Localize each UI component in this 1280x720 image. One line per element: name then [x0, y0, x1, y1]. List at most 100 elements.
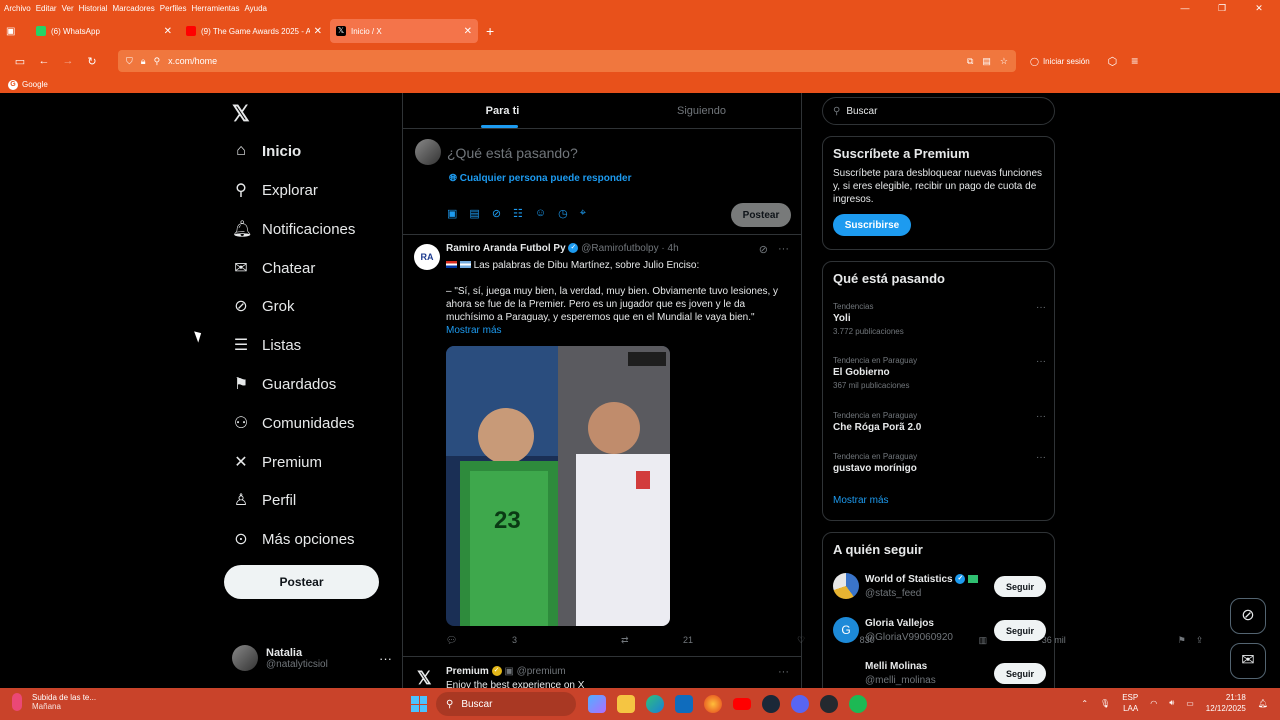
reload-icon[interactable]: ↻: [80, 55, 104, 68]
sidebar-toggle-icon[interactable]: ▭: [8, 55, 32, 68]
nav-item-notificaciones[interactable]: 🔔︎ Notificaciones: [232, 214, 355, 244]
close-window-icon[interactable]: ✕: [1243, 3, 1275, 14]
x-logo-icon[interactable]: 𝕏: [232, 101, 250, 127]
menu-marcadores[interactable]: Marcadores: [113, 4, 155, 13]
avatar[interactable]: [833, 573, 859, 599]
show-more-trends-link[interactable]: Mostrar más: [833, 495, 889, 506]
nav-item-inicio[interactable]: ⌂ Inicio: [232, 136, 301, 166]
picture-in-picture-icon[interactable]: ⧉: [967, 56, 973, 67]
more-dots-icon[interactable]: ···: [778, 666, 789, 678]
compose-post-button[interactable]: Postear: [731, 203, 791, 227]
follow-button[interactable]: Seguir: [994, 576, 1046, 597]
windows-start-icon[interactable]: [411, 696, 427, 712]
post-author[interactable]: Premium: [446, 666, 489, 677]
tab-youtube[interactable]: (9) The Game Awards 2025 - All ✕: [180, 19, 328, 43]
clock[interactable]: 21:18 12/12/2025: [1206, 692, 1246, 714]
menu-archivo[interactable]: Archivo: [4, 4, 31, 13]
subscribe-button[interactable]: Suscribirse: [833, 214, 911, 236]
spotify-icon[interactable]: [849, 695, 867, 713]
post-button[interactable]: Postear: [224, 565, 379, 599]
show-more-link[interactable]: Mostrar más: [446, 325, 502, 336]
share-icon[interactable]: ⇪: [1196, 635, 1204, 646]
schedule-icon[interactable]: ◷: [558, 207, 568, 220]
post[interactable]: 𝕏 Premium ✓ ▣ @premium ··· Enjoy the bes…: [403, 658, 801, 688]
nav-item-chatear[interactable]: ✉ Chatear: [232, 253, 315, 283]
bookmark-icon[interactable]: ⚑: [1178, 635, 1186, 646]
nav-item-mas-opciones[interactable]: ⊙ Más opciones: [232, 524, 354, 554]
trend-item[interactable]: Tendencia en Paraguay gustavo morínigo ·…: [833, 452, 1046, 474]
compose-input[interactable]: ¿Qué está pasando?: [447, 145, 578, 161]
more-dots-icon[interactable]: ···: [1036, 452, 1046, 463]
minimize-icon[interactable]: —: [1169, 3, 1201, 14]
back-icon[interactable]: ←: [32, 55, 56, 67]
gif-icon[interactable]: ▤: [469, 207, 479, 220]
tab-whatsapp[interactable]: (6) WhatsApp ✕: [30, 19, 178, 43]
search-input[interactable]: ⚲ Buscar: [822, 97, 1055, 125]
post-author[interactable]: Ramiro Aranda Futbol Py: [446, 243, 566, 254]
location-icon[interactable]: ⌖: [580, 207, 586, 220]
more-dots-icon[interactable]: ···: [1036, 411, 1046, 422]
volume-icon[interactable]: 🔊︎: [1169, 698, 1174, 708]
account-switcher[interactable]: Natalia @natalyticsiol ···: [232, 641, 392, 675]
edge-icon[interactable]: [646, 695, 664, 713]
menu-historial[interactable]: Historial: [79, 4, 108, 13]
language-indicator[interactable]: ESP LAA: [1122, 692, 1138, 714]
youtube-icon[interactable]: [733, 698, 751, 710]
nav-item-premium[interactable]: ✕ Premium: [232, 447, 322, 477]
emoji-icon[interactable]: ☺: [535, 207, 546, 220]
repost-button[interactable]: ⇄ 21: [621, 635, 745, 646]
lock-icon[interactable]: 🔒︎: [141, 56, 146, 67]
wifi-icon[interactable]: ◠: [1150, 699, 1157, 708]
menu-icon[interactable]: ≡: [1131, 54, 1138, 68]
post-image[interactable]: 23: [446, 346, 670, 626]
weather-widget[interactable]: Subida de las te... Mañana: [12, 693, 96, 711]
tab-para-ti[interactable]: Para ti: [403, 93, 602, 128]
nav-item-comunidades[interactable]: ⚇ Comunidades: [232, 408, 355, 438]
signin-button[interactable]: ◯ Iniciar sesión: [1030, 57, 1090, 66]
github-icon[interactable]: [820, 695, 838, 713]
grok-icon[interactable]: ⊘: [492, 207, 501, 220]
follow-button[interactable]: Seguir: [994, 663, 1046, 684]
more-dots-icon[interactable]: ···: [1036, 356, 1046, 367]
close-tab-icon[interactable]: ✕: [464, 26, 472, 37]
nav-item-explorar[interactable]: ⚲ Explorar: [232, 175, 318, 205]
microphone-icon[interactable]: 🎙︎: [1100, 699, 1110, 708]
notifications-icon[interactable]: 🔔︎: [1258, 699, 1268, 708]
trend-item[interactable]: Tendencia en Paraguay Che Róga Porã 2.0 …: [833, 411, 1046, 433]
close-tab-icon[interactable]: ✕: [164, 26, 172, 37]
nav-item-listas[interactable]: ☰ Listas: [232, 330, 301, 360]
firefox-icon[interactable]: [704, 695, 722, 713]
poll-icon[interactable]: ☷: [513, 207, 523, 220]
reply-setting[interactable]: 🌐︎ Cualquier persona puede responder: [449, 173, 632, 184]
follow-suggestion[interactable]: G Gloria Vallejos @GloriaV99060920 Segui…: [833, 617, 1046, 647]
nav-item-grok[interactable]: ⊘ Grok: [232, 291, 294, 321]
bookmark-google[interactable]: Google: [22, 80, 48, 89]
avatar[interactable]: RA: [414, 244, 440, 270]
grok-icon[interactable]: ⊘: [759, 243, 768, 256]
post[interactable]: RA Ramiro Aranda Futbol Py ✓ @Ramirofutb…: [403, 235, 1203, 657]
more-dots-icon[interactable]: ···: [379, 651, 392, 666]
post-handle[interactable]: @Ramirofutbolpy: [581, 243, 658, 254]
follow-button[interactable]: Seguir: [994, 620, 1046, 641]
star-icon[interactable]: ☆: [1000, 56, 1008, 67]
tab-siguiendo[interactable]: Siguiendo: [602, 93, 801, 128]
image-icon[interactable]: ▣: [447, 207, 457, 220]
url-text[interactable]: x.com/home: [168, 56, 217, 66]
trend-item[interactable]: Tendencias Yoli 3.772 publicaciones ···: [833, 302, 1046, 336]
shield-icon[interactable]: ⛉: [126, 56, 133, 67]
copilot-icon[interactable]: [588, 695, 606, 713]
follow-suggestion[interactable]: Melli Molinas @melli_molinas Seguir: [833, 660, 1046, 688]
post-time[interactable]: · 4h: [661, 243, 678, 254]
chevron-up-icon[interactable]: ⌃: [1081, 699, 1088, 708]
post-handle[interactable]: @premium: [517, 666, 566, 677]
discord-icon[interactable]: [791, 695, 809, 713]
extensions-icon[interactable]: ⬡: [1108, 55, 1118, 68]
messages-fab-icon[interactable]: ✉: [1230, 643, 1266, 679]
steam-icon[interactable]: [762, 695, 780, 713]
menu-editar[interactable]: Editar: [36, 4, 57, 13]
avatar[interactable]: G: [833, 617, 859, 643]
grok-fab-icon[interactable]: ⊘: [1230, 598, 1266, 634]
battery-icon[interactable]: ▭: [1186, 699, 1194, 708]
x-logo-icon[interactable]: 𝕏: [417, 668, 432, 688]
new-tab-icon[interactable]: +: [486, 23, 494, 39]
